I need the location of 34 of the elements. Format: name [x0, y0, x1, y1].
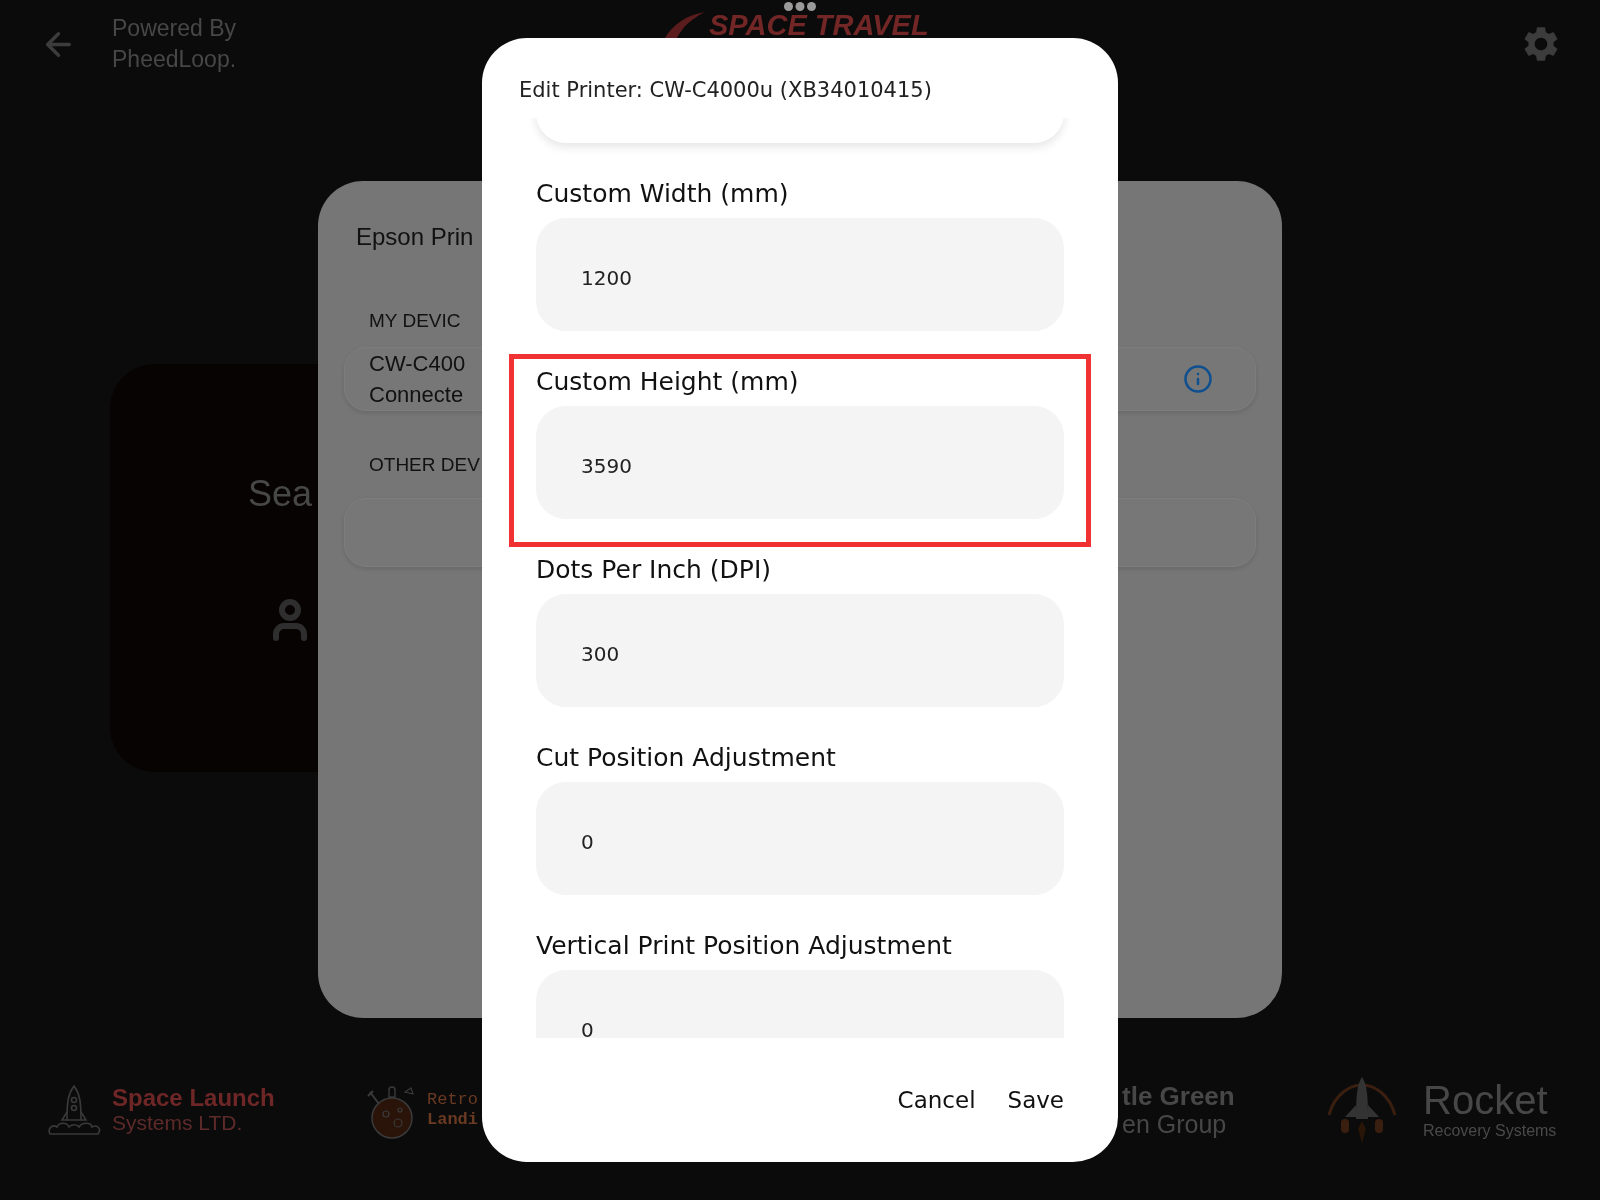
device-name: CW-C400 [369, 350, 466, 378]
input-field[interactable]: 1200 [536, 218, 1064, 331]
sponsor-subtitle: Systems LTD. [112, 1111, 243, 1135]
field-label: Custom Width (mm) [536, 179, 789, 209]
swoosh-logo-icon [663, 12, 705, 38]
sponsor-name: Space Launch [112, 1085, 275, 1111]
sponsor-name: Rocket [1423, 1079, 1548, 1121]
logo-text: SPACE TRAVEL [709, 12, 929, 38]
input-field[interactable]: 3590 [536, 406, 1064, 519]
sponsor-name: Retro [427, 1090, 478, 1110]
dialog-title: Edit Printer: CW-C4000u (XB34010415) [519, 77, 932, 103]
dialog-button[interactable]: Save [1001, 1081, 1070, 1119]
sponsor-subtitle: Landi [427, 1110, 478, 1130]
powered-by-text: Powered By [112, 14, 236, 43]
field-label: Dots Per Inch (DPI) [536, 555, 772, 585]
search-text: Sea [248, 474, 313, 514]
sponsor-subtitle: en Group [1122, 1110, 1227, 1138]
field-label: Cut Position Adjustment [536, 743, 836, 773]
device-status: Connecte [369, 381, 464, 409]
sponsor-subtitle: Recovery Systems [1423, 1121, 1557, 1141]
panel-title: Epson Prin [356, 223, 474, 251]
section-heading: OTHER DEV [369, 454, 480, 476]
field-label: Vertical Print Position Adjustment [536, 931, 952, 961]
dots-icon[interactable] [784, 2, 816, 11]
rocket-icon [47, 1084, 101, 1136]
input-field[interactable]: 0 [536, 782, 1064, 895]
powered-by-text: PheedLoop. [112, 45, 237, 74]
sponsor-name: tle Green [1122, 1082, 1235, 1110]
field-label: Custom Height (mm) [536, 367, 799, 397]
input-field[interactable]: 0 [536, 970, 1064, 1038]
section-heading: MY DEVIC [369, 310, 461, 332]
info-icon[interactable] [1183, 364, 1213, 394]
dialog-button[interactable]: Cancel [891, 1081, 982, 1119]
input-field[interactable]: 300 [536, 594, 1064, 707]
